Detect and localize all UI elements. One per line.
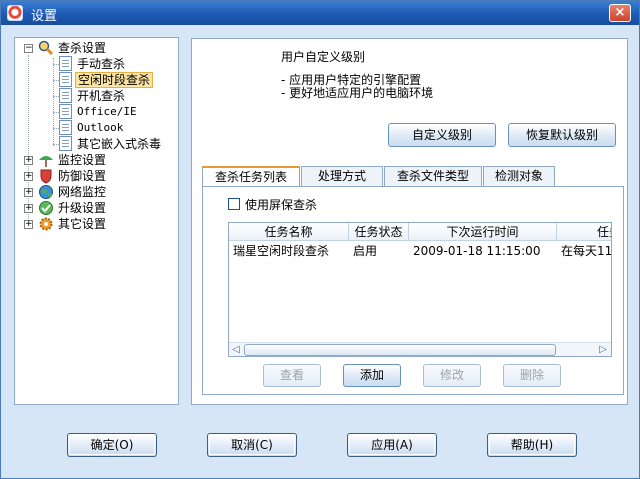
update-icon (38, 200, 54, 216)
column-header-task-name[interactable]: 任务名称 (229, 223, 349, 241)
tree-item-defense-settings[interactable]: + 防御设置 (15, 168, 175, 184)
expand-toggle[interactable]: + (24, 188, 33, 197)
column-header-task[interactable]: 任务 (557, 223, 611, 241)
panel-heading: 用户自定义级别 (281, 50, 366, 64)
cell-task: 在每天11 (561, 244, 612, 258)
view-button[interactable]: 查看 (263, 364, 321, 387)
tree-item-network-monitor[interactable]: + 网络监控 (15, 184, 175, 200)
description-line: - 更好地适应用户的电脑环境 (281, 86, 434, 100)
tree-item-label: 网络监控 (58, 185, 107, 199)
modify-button[interactable]: 修改 (423, 364, 481, 387)
apply-button-label: 应用(A) (371, 438, 413, 452)
column-header-next-run[interactable]: 下次运行时间 (409, 223, 557, 241)
tree-item-idle-scan[interactable]: 空闲时段查杀 (15, 72, 175, 88)
cell-task-status: 启用 (353, 244, 378, 258)
gear-icon (38, 216, 54, 232)
help-button[interactable]: 帮助(H) (487, 433, 577, 457)
tab-panel: 使用屏保查杀 任务名称 任务状态 下次运行时间 任务 瑞星空闲时段查杀 启用 2… (202, 186, 624, 395)
tree-item-embedded-scan[interactable]: 其它嵌入式杀毒 (15, 136, 175, 152)
document-icon (59, 56, 72, 71)
add-button[interactable]: 添加 (343, 364, 401, 387)
magnifier-icon (38, 40, 54, 56)
document-icon (59, 72, 72, 87)
help-button-label: 帮助(H) (510, 438, 554, 452)
settings-tree: − 查杀设置 手动查杀 空闲时段查杀 开机查杀 Office/IE Outloo… (14, 37, 179, 405)
tab-scan-task-list[interactable]: 查杀任务列表 (202, 166, 300, 187)
document-icon (59, 88, 72, 103)
tree-item-scan-settings[interactable]: − 查杀设置 (15, 40, 175, 56)
tree-item-label: 开机查杀 (77, 89, 126, 103)
tree-item-label: Outlook (77, 121, 124, 134)
document-icon (59, 104, 72, 119)
tree-item-update-settings[interactable]: + 升级设置 (15, 200, 175, 216)
apply-button[interactable]: 应用(A) (347, 433, 437, 457)
ok-button-label: 确定(O) (90, 438, 134, 452)
settings-window: 设置 × − 查杀设置 手动查杀 空闲时段查杀 开机查杀 Office/IE O… (0, 0, 640, 479)
custom-level-button[interactable]: 自定义级别 (388, 123, 496, 147)
scroll-left-icon[interactable]: ◁ (230, 344, 242, 356)
app-shield-icon (7, 5, 23, 21)
task-list-header: 任务名称 任务状态 下次运行时间 任务 (229, 223, 611, 241)
tree-item-monitor-settings[interactable]: + 监控设置 (15, 152, 175, 168)
cancel-button-label: 取消(C) (231, 438, 273, 452)
close-button[interactable]: × (609, 4, 631, 22)
tab-handling-method[interactable]: 处理方式 (301, 166, 383, 186)
tree-item-label: 空闲时段查杀 (75, 72, 154, 88)
tree-item-label: 其它设置 (58, 217, 107, 231)
tree-item-other-settings[interactable]: + 其它设置 (15, 216, 175, 232)
shield-icon (38, 168, 54, 184)
scrollbar-thumb[interactable] (244, 344, 556, 356)
restore-default-button[interactable]: 恢复默认级别 (508, 123, 616, 147)
task-list: 任务名称 任务状态 下次运行时间 任务 瑞星空闲时段查杀 启用 2009-01-… (228, 222, 612, 357)
horizontal-scrollbar[interactable]: ◁ ▷ (229, 342, 611, 356)
document-icon (59, 136, 72, 151)
tree-item-office-ie[interactable]: Office/IE (15, 104, 175, 120)
tree-item-label: 升级设置 (58, 201, 107, 215)
idle-scan-panel: 用户自定义级别 - 应用用户特定的引擎配置 - 更好地适应用户的电脑环境 自定义… (191, 38, 628, 405)
cell-task-name: 瑞星空闲时段查杀 (233, 244, 330, 258)
tree-item-label: 查杀设置 (58, 41, 107, 55)
expand-toggle[interactable]: + (24, 156, 33, 165)
umbrella-icon (38, 152, 54, 168)
expand-toggle[interactable]: + (24, 172, 33, 181)
title-bar[interactable]: 设置 × (1, 1, 639, 25)
tree-item-boot-scan[interactable]: 开机查杀 (15, 88, 175, 104)
tab-scan-file-types[interactable]: 查杀文件类型 (384, 166, 482, 186)
screensaver-scan-label: 使用屏保查杀 (245, 198, 318, 212)
expand-toggle[interactable]: + (24, 220, 33, 229)
tree-item-outlook[interactable]: Outlook (15, 120, 175, 136)
scroll-right-icon[interactable]: ▷ (597, 344, 609, 356)
tree-item-label: Office/IE (77, 105, 137, 118)
tree-item-label: 手动查杀 (77, 57, 126, 71)
cell-next-run: 2009-01-18 11:15:00 (413, 244, 541, 258)
tree-item-label: 其它嵌入式杀毒 (77, 137, 162, 151)
expand-toggle[interactable]: + (24, 204, 33, 213)
tree-item-label: 防御设置 (58, 169, 107, 183)
document-icon (59, 120, 72, 135)
column-header-task-status[interactable]: 任务状态 (349, 223, 409, 241)
tab-detection-targets[interactable]: 检测对象 (483, 166, 555, 186)
tree-item-label: 监控设置 (58, 153, 107, 167)
tree-item-manual-scan[interactable]: 手动查杀 (15, 56, 175, 72)
delete-button[interactable]: 删除 (503, 364, 561, 387)
screensaver-scan-checkbox[interactable] (228, 198, 240, 210)
globe-icon (38, 184, 54, 200)
window-title: 设置 (31, 9, 58, 24)
cancel-button[interactable]: 取消(C) (207, 433, 297, 457)
ok-button[interactable]: 确定(O) (67, 433, 157, 457)
collapse-toggle[interactable]: − (24, 44, 33, 53)
